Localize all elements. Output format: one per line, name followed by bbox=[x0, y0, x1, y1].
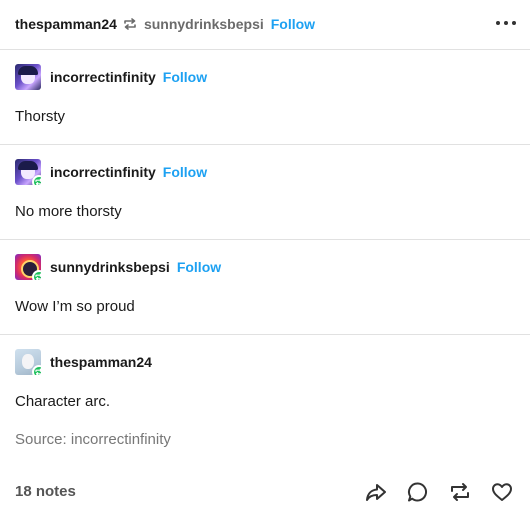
follow-button[interactable]: Follow bbox=[163, 164, 207, 180]
follow-button[interactable]: Follow bbox=[177, 259, 221, 275]
more-dots-icon[interactable] bbox=[496, 15, 516, 31]
post-actions bbox=[362, 478, 516, 506]
reblog-badge-icon bbox=[32, 175, 41, 185]
avatar[interactable] bbox=[15, 159, 41, 185]
trail-body: No more thorsty bbox=[15, 203, 122, 220]
trail-author[interactable]: thespamman24 bbox=[50, 354, 152, 370]
follow-button[interactable]: Follow bbox=[271, 16, 315, 32]
post-header: thespamman24 sunnydrinksbepsi Follow bbox=[0, 0, 530, 48]
post-source[interactable]: Source: incorrectinfinity bbox=[15, 431, 171, 448]
avatar[interactable] bbox=[15, 254, 41, 280]
comment-icon[interactable] bbox=[404, 478, 432, 506]
avatar[interactable] bbox=[15, 349, 41, 375]
reblog-arrow-icon bbox=[122, 17, 138, 31]
post-author[interactable]: thespamman24 bbox=[15, 16, 117, 32]
divider bbox=[0, 144, 530, 145]
avatar[interactable] bbox=[15, 64, 41, 90]
divider bbox=[0, 239, 530, 240]
reblog-icon[interactable] bbox=[446, 478, 474, 506]
trail-author[interactable]: incorrectinfinity bbox=[50, 164, 156, 180]
trail-author[interactable]: sunnydrinksbepsi bbox=[50, 259, 170, 275]
trail-body: Thorsty bbox=[15, 108, 66, 125]
trail-body: Wow I’m so proud bbox=[15, 298, 135, 315]
divider bbox=[0, 334, 530, 335]
notes-count[interactable]: 18 notes bbox=[15, 483, 76, 500]
divider bbox=[0, 49, 530, 50]
reblog-badge-icon bbox=[32, 270, 41, 280]
like-icon[interactable] bbox=[488, 478, 516, 506]
trail-author[interactable]: incorrectinfinity bbox=[50, 69, 156, 85]
share-icon[interactable] bbox=[362, 478, 390, 506]
post-footer: 18 notes bbox=[0, 472, 530, 512]
reblog-badge-icon bbox=[32, 365, 41, 375]
trail-body: Character arc. bbox=[15, 393, 111, 410]
follow-button[interactable]: Follow bbox=[163, 69, 207, 85]
reblogged-from[interactable]: sunnydrinksbepsi bbox=[144, 16, 264, 32]
